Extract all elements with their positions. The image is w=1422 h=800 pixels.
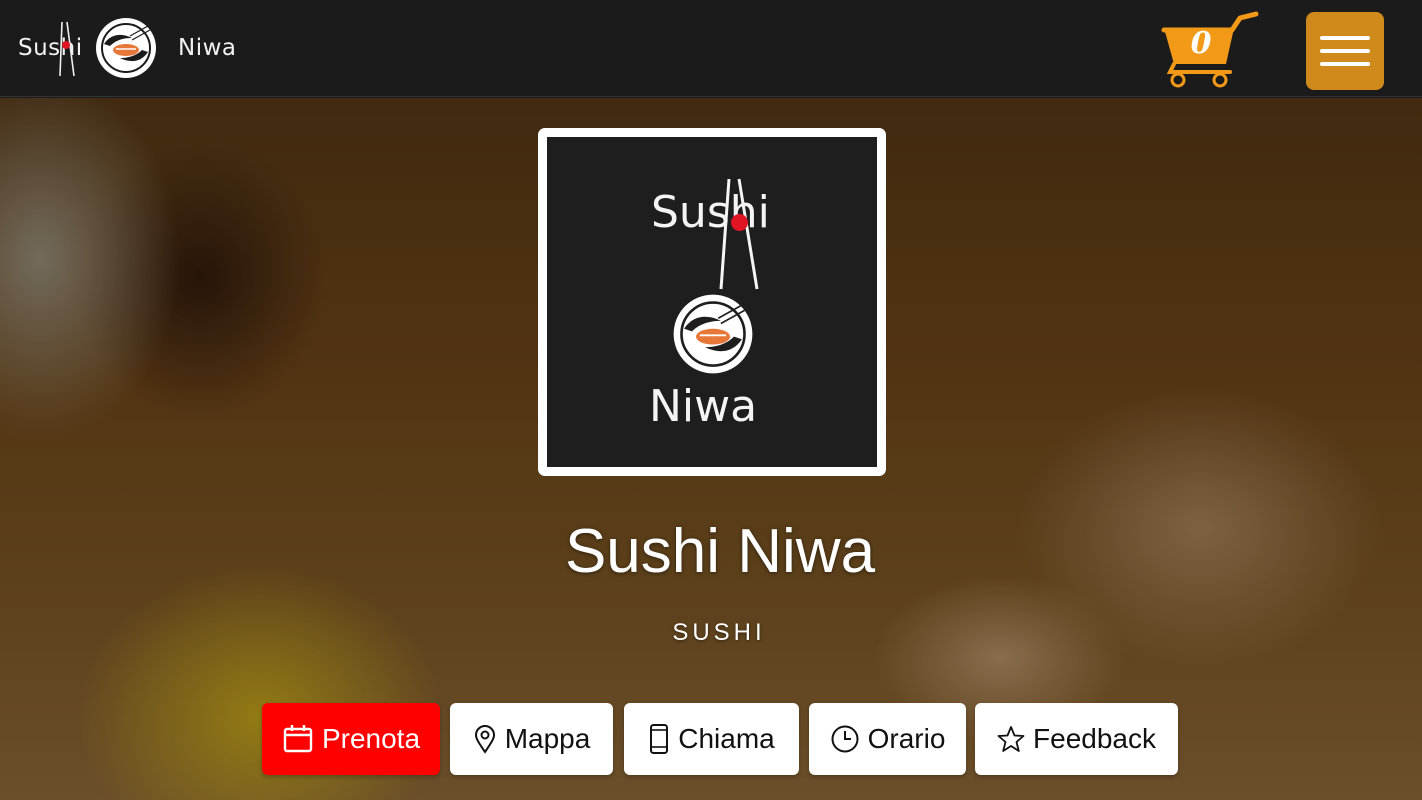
chopsticks-icon (719, 178, 759, 290)
prenota-button[interactable]: Prenota (262, 703, 440, 775)
feedback-label: Feedback (1033, 723, 1156, 754)
sushi-plate-logo-icon (96, 18, 156, 78)
map-pin-icon (473, 724, 497, 754)
phone-icon (648, 723, 670, 755)
top-bar: Sushi Niwa 0 (0, 0, 1422, 97)
brand-logo-link[interactable]: Sushi Niwa (18, 12, 237, 84)
clock-icon (830, 724, 860, 754)
orario-button[interactable]: Orario (809, 703, 966, 775)
logo-niwa-text: Niwa (649, 381, 758, 432)
restaurant-name: Sushi Niwa (564, 517, 876, 586)
action-buttons: Prenota Mappa Chiama Orario Feedback (0, 703, 1422, 775)
restaurant-category: SUSHI (672, 619, 766, 646)
restaurant-logo: Sushi Niwa (547, 137, 877, 467)
red-dot-icon (62, 41, 70, 49)
chiama-button[interactable]: Chiama (624, 703, 799, 775)
red-dot-icon (731, 214, 748, 231)
sushi-plate-logo-icon (673, 294, 753, 374)
brand-niwa-text: Niwa (178, 35, 237, 61)
mappa-button[interactable]: Mappa (450, 703, 613, 775)
hamburger-menu-button[interactable] (1306, 12, 1384, 90)
hero-section: Sushi Niwa Sushi Niwa SUSHI Prenota Mapp… (0, 98, 1422, 800)
hamburger-menu-icon (1320, 36, 1370, 40)
calendar-icon (282, 723, 314, 755)
cart-button[interactable]: 0 (1160, 10, 1260, 90)
orario-label: Orario (867, 723, 946, 754)
mappa-label: Mappa (504, 723, 591, 754)
star-icon (997, 725, 1025, 753)
brand-sushi-mark: Sushi (18, 18, 82, 78)
cart-count-badge: 0 (1190, 26, 1212, 61)
feedback-button[interactable]: Feedback (975, 703, 1178, 775)
prenota-label: Prenota (321, 723, 421, 754)
chiama-label: Chiama (678, 723, 775, 754)
restaurant-logo-card: Sushi Niwa (538, 128, 886, 476)
chopsticks-icon (59, 21, 75, 77)
